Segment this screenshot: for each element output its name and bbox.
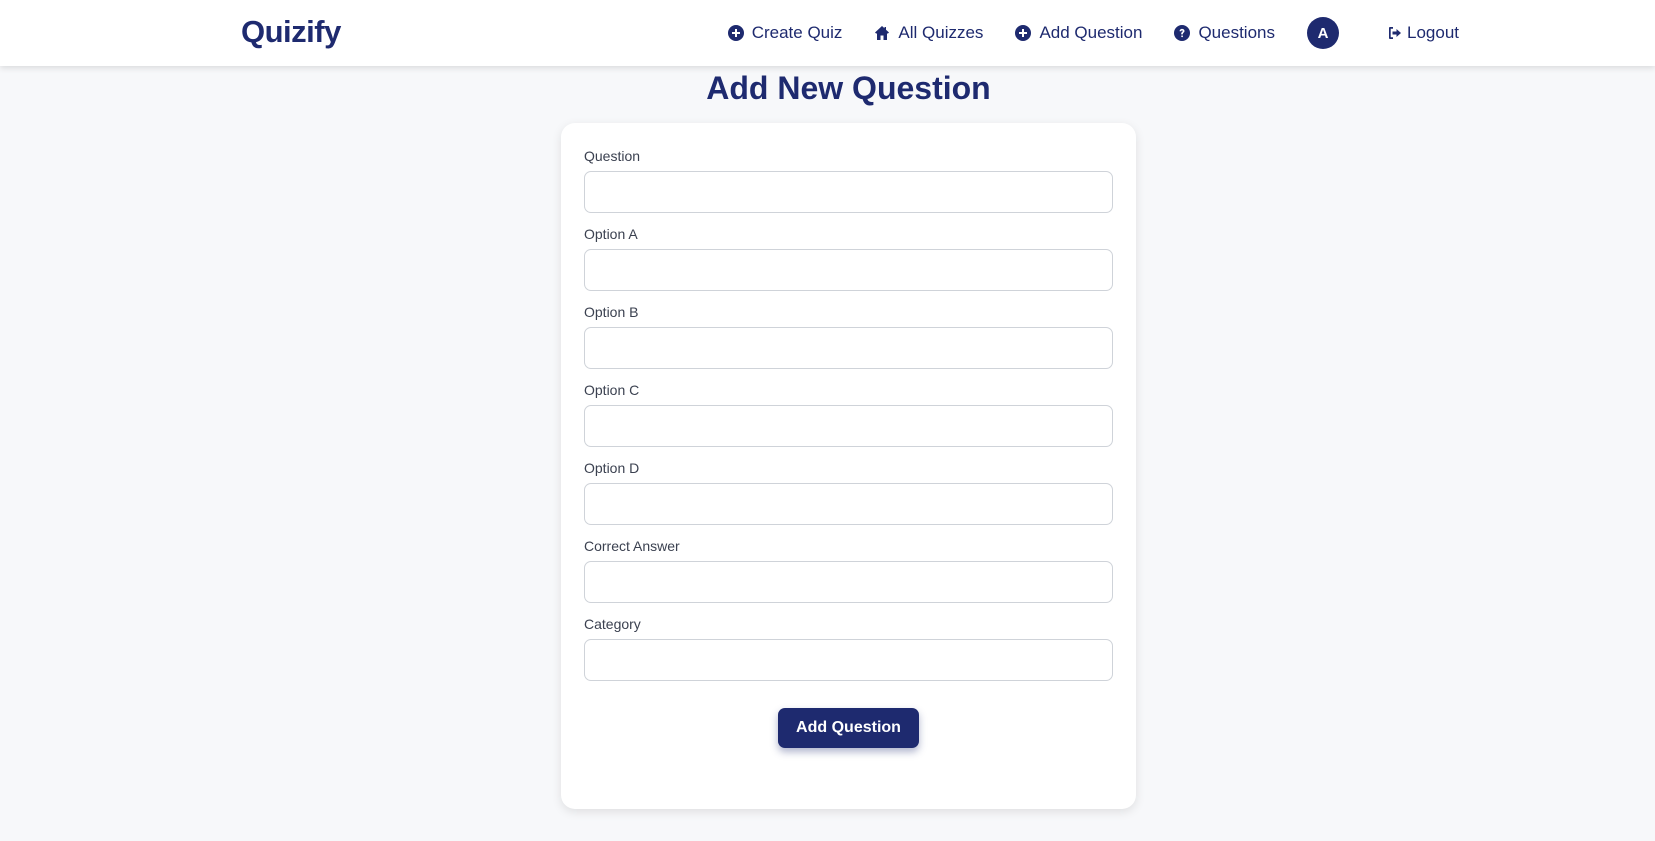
question-field-group: Question [584,148,1113,213]
correct-answer-field-group: Correct Answer [584,538,1113,603]
nav-links: Create Quiz All Quizzes Add Question Que… [727,0,1459,66]
option-c-field-group: Option C [584,382,1113,447]
category-input[interactable] [584,639,1113,681]
option-c-label: Option C [584,382,640,398]
question-circle-icon [1174,25,1191,41]
category-field-group: Category [584,616,1113,681]
option-a-field-group: Option A [584,226,1113,291]
nav-item-create-quiz[interactable]: Create Quiz [727,23,843,43]
option-d-input[interactable] [584,483,1113,525]
correct-answer-label: Correct Answer [584,538,680,554]
option-b-label: Option B [584,304,639,320]
option-d-label: Option D [584,460,640,476]
nav-item-label: Create Quiz [751,23,843,42]
option-d-field-group: Option D [584,460,1113,525]
home-icon [875,26,890,40]
question-label: Question [584,148,641,164]
question-input[interactable] [584,171,1113,213]
logout-button[interactable]: Logout [1387,23,1459,43]
nav-item-questions[interactable]: Questions [1174,23,1275,43]
navbar: Quizify Create Quiz All Quizzes Add Ques… [0,0,1655,66]
avatar[interactable]: A [1307,17,1339,49]
plus-circle-icon [727,25,744,41]
brand-logo[interactable]: Quizify [241,14,341,50]
option-c-input[interactable] [584,405,1113,447]
nav-item-all-quizzes[interactable]: All Quizzes [874,23,983,43]
add-question-button[interactable]: Add Question [778,708,919,748]
option-a-input[interactable] [584,249,1113,291]
add-question-form: Question Option A Option B Option C Opti… [561,123,1136,809]
nav-item-label: Add Question [1039,23,1143,42]
plus-circle-icon [1015,25,1032,41]
nav-item-add-question[interactable]: Add Question [1015,23,1142,43]
submit-wrap: Add Question [584,708,1113,748]
page-title: Add New Question [706,70,991,106]
correct-answer-input[interactable] [584,561,1113,603]
logout-icon [1389,27,1401,39]
category-label: Category [584,616,641,632]
option-b-field-group: Option B [584,304,1113,369]
option-a-label: Option A [584,226,638,242]
nav-item-label: All Quizzes [898,23,984,42]
option-b-input[interactable] [584,327,1113,369]
logout-label: Logout [1407,23,1459,42]
nav-item-label: Questions [1198,23,1275,42]
